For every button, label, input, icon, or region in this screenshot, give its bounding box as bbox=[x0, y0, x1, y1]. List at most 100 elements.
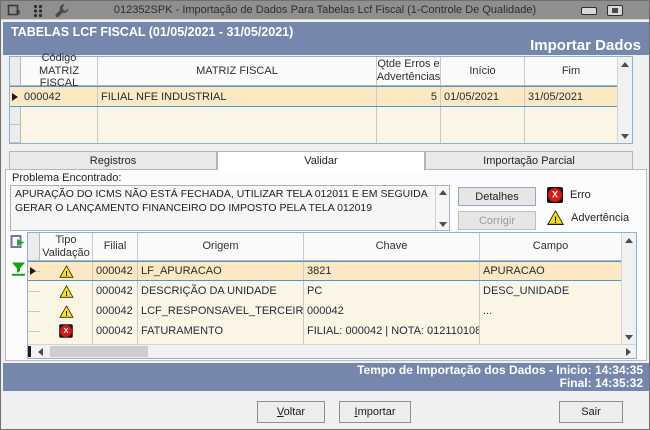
tab-registros[interactable]: Registros bbox=[9, 151, 217, 170]
matrix-header-selector bbox=[10, 57, 21, 85]
scroll-up-icon[interactable] bbox=[622, 233, 636, 247]
row-selector bbox=[10, 107, 21, 125]
cell-chave: 000042 bbox=[304, 301, 480, 321]
tab-validar[interactable]: Validar bbox=[217, 151, 425, 171]
hscroll-thumb[interactable] bbox=[50, 346, 148, 357]
matrix-grid: Código MATRIZ FISCAL MATRIZ FISCAL Qtde … bbox=[9, 52, 633, 144]
header-bar: TABELAS LCF FISCAL (01/05/2021 - 31/05/2… bbox=[3, 22, 649, 55]
cell-campo: APURACAO bbox=[483, 265, 545, 277]
row-selector bbox=[28, 310, 40, 312]
cell-filial: 000042 bbox=[93, 262, 138, 280]
problema-label: Problema Encontrado: bbox=[12, 172, 122, 184]
voltar-button[interactable]: Voltar bbox=[257, 401, 325, 423]
cell-qtde: 5 bbox=[377, 87, 441, 106]
filter-icon[interactable] bbox=[10, 260, 27, 277]
validation-type-icon bbox=[58, 304, 74, 318]
validation-grid-hscrollbar[interactable] bbox=[28, 344, 636, 358]
table-row[interactable]: 000042 LCF_RESPONSAVEL_TERCEIRO 000042 .… bbox=[28, 301, 623, 321]
cell-tipo bbox=[40, 262, 93, 280]
cell-chave: FILIAL: 000042 | NOTA: 012110108 | SÉR bbox=[304, 321, 480, 341]
matrix-grid-vscrollbar[interactable] bbox=[617, 57, 632, 143]
scroll-up-icon[interactable] bbox=[618, 57, 632, 71]
validation-grid-header: Tipo Validação Filial Origem Chave Campo bbox=[28, 233, 623, 261]
column-header-matriz: MATRIZ FISCAL bbox=[98, 57, 377, 85]
cell-tipo bbox=[40, 301, 93, 321]
legend-advertencia: Advertência bbox=[547, 210, 629, 225]
column-header-inicio: Início bbox=[441, 57, 525, 85]
cell-inicio: 01/05/2021 bbox=[441, 87, 525, 106]
validation-type-icon bbox=[58, 264, 74, 278]
tab-importacao-parcial[interactable]: Importação Parcial bbox=[425, 151, 633, 170]
status-bar: Tempo de Importação dos Dados - Inicio: … bbox=[3, 363, 649, 391]
sair-button[interactable]: Sair bbox=[559, 401, 623, 423]
cell-campo bbox=[480, 321, 621, 341]
matrix-grid-header: Código MATRIZ FISCAL MATRIZ FISCAL Qtde … bbox=[10, 52, 617, 89]
column-header-origem: Origem bbox=[138, 233, 304, 260]
status-line1: Tempo de Importação dos Dados - Inicio: … bbox=[357, 363, 643, 377]
warning-icon bbox=[547, 210, 564, 225]
scroll-down-icon[interactable] bbox=[618, 129, 632, 143]
problema-vscrollbar[interactable] bbox=[435, 185, 449, 231]
detalhes-button[interactable]: Detalhes bbox=[458, 187, 536, 206]
restore-button[interactable] bbox=[607, 5, 623, 16]
corrigir-button[interactable]: Corrigir bbox=[458, 211, 536, 230]
cell-campo: DESC_UNIDADE bbox=[483, 285, 570, 297]
cell-tipo bbox=[40, 281, 93, 301]
scroll-right-icon[interactable] bbox=[622, 345, 634, 358]
importar-label: Importar bbox=[354, 406, 396, 418]
scroll-up-icon[interactable] bbox=[436, 185, 449, 199]
cell-origem: LCF_RESPONSAVEL_TERCEIRO bbox=[138, 301, 304, 321]
export-icon[interactable] bbox=[9, 233, 26, 250]
table-row[interactable]: 000042 FATURAMENTO FILIAL: 000042 | NOTA… bbox=[28, 321, 623, 341]
scroll-left-icon[interactable] bbox=[34, 345, 46, 358]
status-line2: Final: 14:35:32 bbox=[559, 376, 643, 390]
app-window: 012352SPK - Importação de Dados Para Tab… bbox=[0, 0, 650, 430]
scroll-down-icon[interactable] bbox=[622, 330, 636, 344]
cell-tipo bbox=[40, 321, 93, 341]
table-row[interactable]: 000042 DESCRIÇÃO DA UNIDADE PC DESC_UNID… bbox=[28, 281, 623, 301]
column-header-chave: Chave bbox=[304, 233, 480, 260]
minimize-button[interactable] bbox=[581, 7, 597, 15]
restore-icon bbox=[612, 8, 618, 13]
cell-filial: 000042 bbox=[93, 281, 138, 301]
title-bar: 012352SPK - Importação de Dados Para Tab… bbox=[1, 1, 649, 20]
column-header-tipo: Tipo Validação bbox=[40, 233, 93, 260]
sair-label: Sair bbox=[581, 406, 601, 418]
validation-type-icon bbox=[59, 324, 73, 338]
window-title: 012352SPK - Importação de Dados Para Tab… bbox=[113, 4, 537, 16]
problema-textbox[interactable]: APURAÇÃO DO ICMS NÃO ESTÁ FECHADA, UTILI… bbox=[10, 185, 450, 231]
column-header-fim: Fim bbox=[561, 64, 581, 77]
header-action-label: Importar Dados bbox=[530, 37, 641, 54]
row-selector bbox=[28, 290, 40, 292]
cell-filial: 000042 bbox=[93, 301, 138, 321]
page-title: TABELAS LCF FISCAL (01/05/2021 - 31/05/2… bbox=[11, 25, 294, 39]
cell-fim: 31/05/2021 bbox=[528, 90, 584, 103]
cell-chave: PC bbox=[304, 281, 480, 301]
column-header-campo: Campo bbox=[532, 240, 569, 253]
column-header-codigo: Código MATRIZ FISCAL bbox=[21, 52, 98, 89]
matrix-empty-row bbox=[10, 125, 617, 143]
table-row[interactable]: 000042 LF_APURACAO 3821 APURACAO bbox=[28, 261, 623, 281]
cell-codigo: 000042 bbox=[21, 87, 98, 106]
matrix-row-selected[interactable]: 000042 FILIAL NFE INDUSTRIAL 5 01/05/202… bbox=[10, 86, 617, 107]
cell-campo: ... bbox=[483, 305, 493, 317]
empty-cell bbox=[441, 125, 525, 143]
matrix-empty-row bbox=[10, 107, 617, 125]
empty-cell bbox=[525, 125, 617, 143]
legend-erro-label: Erro bbox=[570, 189, 591, 201]
empty-cell bbox=[21, 107, 98, 125]
empty-cell bbox=[21, 125, 98, 143]
column-header-filial: Filial bbox=[93, 233, 138, 260]
empty-cell bbox=[441, 107, 525, 125]
validation-grid-vscrollbar[interactable] bbox=[621, 233, 636, 344]
tab-bar: Registros Validar Importação Parcial bbox=[9, 151, 633, 171]
error-icon bbox=[547, 187, 563, 203]
empty-cell bbox=[98, 125, 377, 143]
cell-matriz: FILIAL NFE INDUSTRIAL bbox=[98, 87, 377, 106]
cell-chave: 3821 bbox=[304, 262, 480, 280]
voltar-label: Voltar bbox=[276, 406, 306, 418]
scroll-down-icon[interactable] bbox=[436, 217, 449, 231]
row-marker-icon bbox=[30, 266, 36, 275]
importar-button[interactable]: Importar bbox=[339, 401, 411, 423]
empty-cell bbox=[98, 107, 377, 125]
